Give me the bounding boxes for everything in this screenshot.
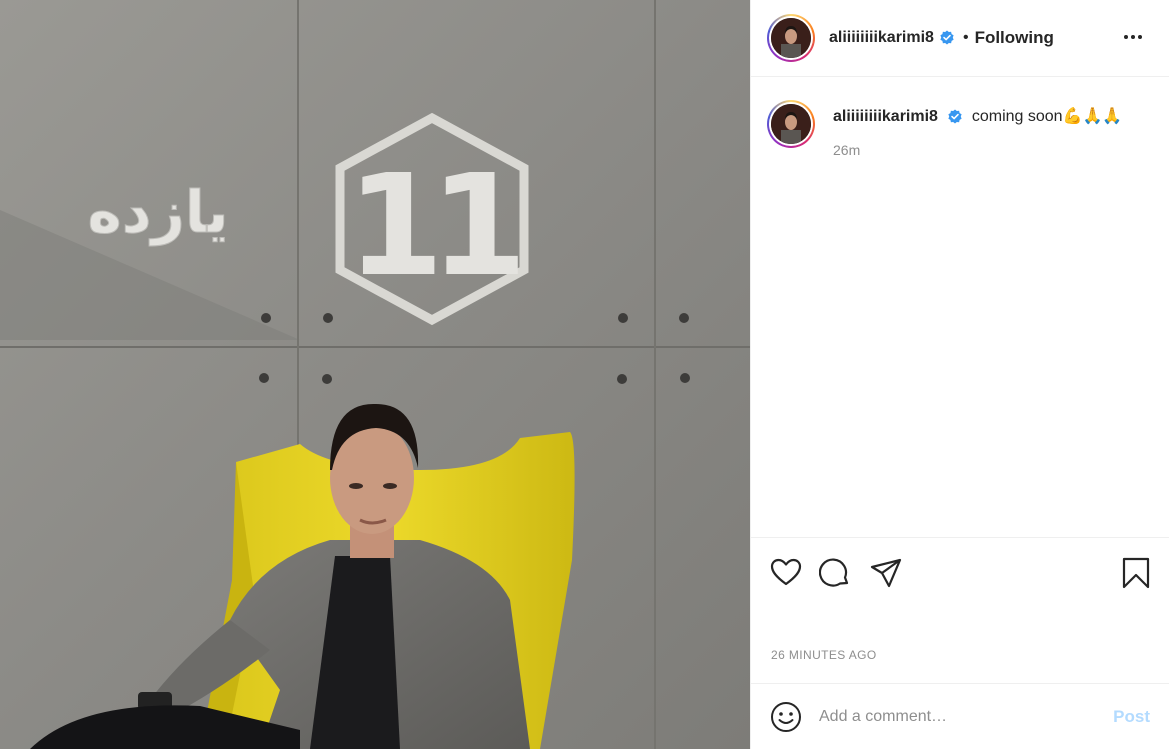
author-username[interactable]: aliiiiiiiikarimi8 xyxy=(829,29,934,47)
caption-age[interactable]: 26m xyxy=(833,142,1122,158)
author-avatar[interactable] xyxy=(767,14,815,62)
post-timestamp[interactable]: 26 MINUTES AGO xyxy=(771,648,877,662)
post-header: aliiiiiiiikarimi8 • Following xyxy=(751,0,1169,77)
verified-badge-icon xyxy=(948,109,963,124)
avatar-photo xyxy=(771,104,811,144)
post-photo[interactable]: یازده 11 xyxy=(0,0,750,749)
svg-text:11: 11 xyxy=(347,145,518,308)
following-button[interactable]: Following xyxy=(975,28,1054,48)
bookmark-icon xyxy=(1122,557,1150,589)
comment-bubble-icon xyxy=(819,558,849,587)
photo-scene: یازده 11 xyxy=(0,0,750,749)
verified-badge-icon xyxy=(940,30,954,45)
save-button[interactable] xyxy=(1119,556,1153,590)
comment-input[interactable] xyxy=(819,707,1099,726)
like-button[interactable] xyxy=(769,556,803,590)
share-button[interactable] xyxy=(869,556,903,590)
svg-text:یازده: یازده xyxy=(88,178,229,246)
separator-dot: • xyxy=(962,29,969,46)
heart-icon xyxy=(770,558,802,586)
action-bar xyxy=(751,537,1169,607)
more-options-icon[interactable] xyxy=(1122,26,1144,48)
avatar-photo xyxy=(771,18,811,58)
comment-bar: Post xyxy=(751,683,1169,749)
caption-comment: aliiiiiiiikarimi8 coming soon💪🙏🙏 26m xyxy=(767,100,1157,158)
caption-username[interactable]: aliiiiiiiikarimi8 xyxy=(833,108,938,125)
paper-plane-icon xyxy=(870,558,902,588)
smiley-icon[interactable] xyxy=(769,700,803,734)
post-details-panel: aliiiiiiiikarimi8 • Following aliiiiiiii… xyxy=(750,0,1169,749)
caption-avatar[interactable] xyxy=(767,100,815,148)
post-comment-button[interactable]: Post xyxy=(1113,707,1150,727)
comment-button[interactable] xyxy=(819,556,853,590)
caption-text: coming soon💪🙏🙏 xyxy=(971,108,1123,125)
